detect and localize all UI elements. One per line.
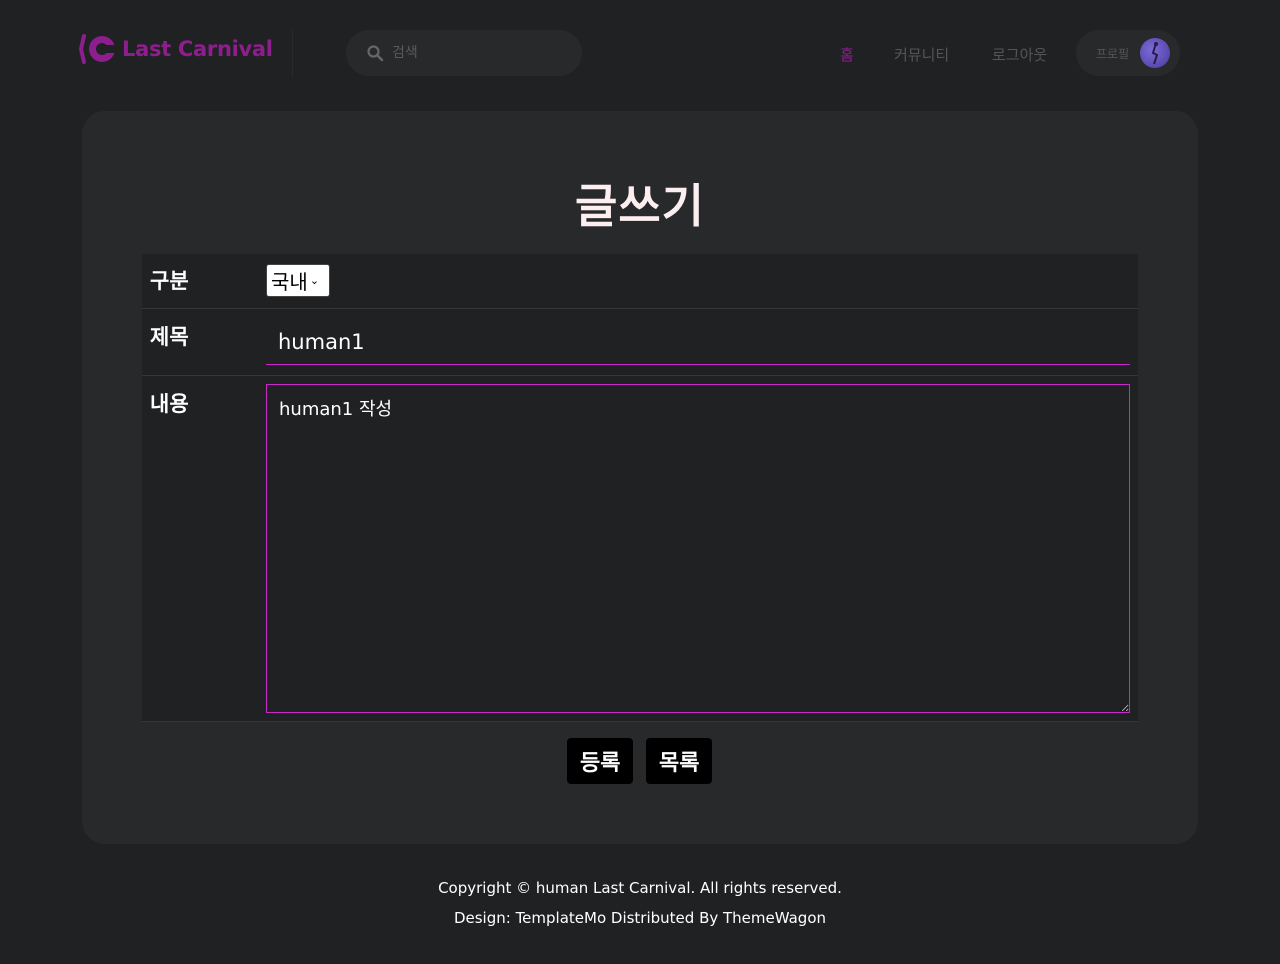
subject-input[interactable] [266, 319, 1130, 365]
subject-label: 제목 [150, 325, 189, 349]
site-logo[interactable]: Last Carnival [78, 32, 273, 66]
avatar-image-icon [1151, 42, 1159, 65]
search-input[interactable] [390, 44, 574, 62]
page-title: 글쓰기 [575, 179, 705, 233]
nav-logout[interactable]: 로그아웃 [992, 44, 1047, 65]
category-row: 구분 국내 ⌄ [142, 254, 1138, 308]
content-label: 내용 [150, 392, 189, 416]
nav-home[interactable]: 홈 [840, 44, 854, 65]
profile-button[interactable]: 프로필 [1076, 30, 1180, 76]
logo-icon [78, 34, 118, 64]
category-label: 구분 [150, 269, 189, 293]
subject-row: 제목 [142, 309, 1138, 375]
footer-copyright: Copyright © human Last Carnival. All rig… [438, 879, 842, 897]
profile-label: 프로필 [1096, 46, 1130, 61]
list-button[interactable]: 목록 [646, 738, 713, 784]
search-icon [367, 45, 384, 62]
nav-community[interactable]: 커뮤니티 [894, 44, 949, 65]
submit-button[interactable]: 등록 [567, 738, 634, 784]
header-divider [292, 28, 293, 78]
content-textarea[interactable]: human1 작성 [266, 384, 1130, 713]
category-select[interactable]: 국내 ⌄ [266, 264, 330, 297]
row-divider [142, 721, 1138, 722]
avatar [1140, 38, 1170, 68]
site-header: Last Carnival 홈 커뮤니티 로그아웃 프로필 [0, 0, 1280, 100]
footer-credit: Design: TemplateMo Distributed By ThemeW… [453, 909, 827, 927]
chevron-down-icon: ⌄ [309, 274, 320, 287]
category-selected-value: 국내 [271, 270, 308, 294]
logo-text: Last Carnival [122, 37, 273, 61]
search-bar[interactable] [346, 30, 582, 76]
content-row: 내용 human1 작성 [142, 376, 1138, 721]
